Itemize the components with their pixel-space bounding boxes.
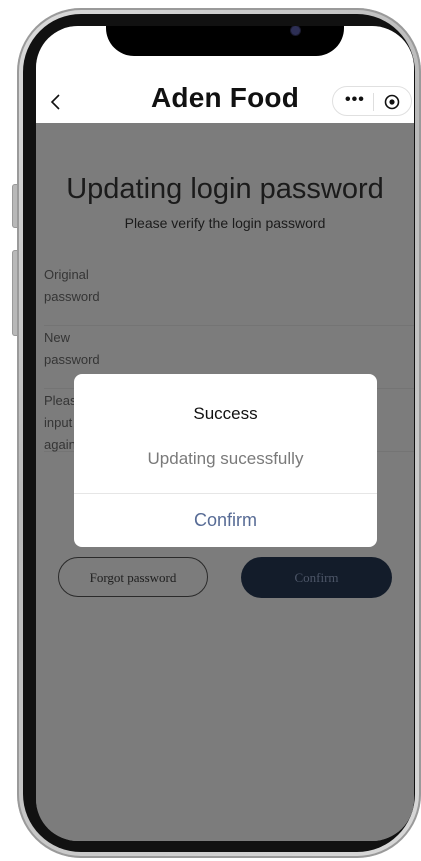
dialog-confirm-button[interactable]: Confirm [74,494,377,547]
forgot-password-button[interactable]: Forgot password [58,557,208,597]
app-header: Aden Food ••• [36,26,414,123]
original-password-field[interactable]: Original password [44,264,414,326]
mini-program-capsule: ••• [332,86,412,116]
app-stage: Aden Food ••• Updating login password Pl… [0,0,421,861]
target-circle-icon[interactable] [384,94,400,110]
confirm-button[interactable]: Confirm [241,557,392,598]
more-dots-icon[interactable]: ••• [345,91,365,109]
dialog-message: Updating sucessfully [147,449,304,468]
phone-screen: Aden Food ••• Updating login password Pl… [36,26,414,841]
front-camera [291,26,300,35]
volume-down-button [12,250,18,336]
success-dialog: Success Updating sucessfully Confirm [74,374,377,547]
dialog-title: Success [193,404,258,423]
page-title: Updating login password [66,173,384,205]
page-subtitle: Please verify the login password [124,215,326,231]
capsule-divider [373,93,374,111]
field-label: Original password [44,267,100,304]
volume-up-button [12,184,18,228]
field-label: New password [44,330,100,367]
phone-notch [106,26,344,56]
